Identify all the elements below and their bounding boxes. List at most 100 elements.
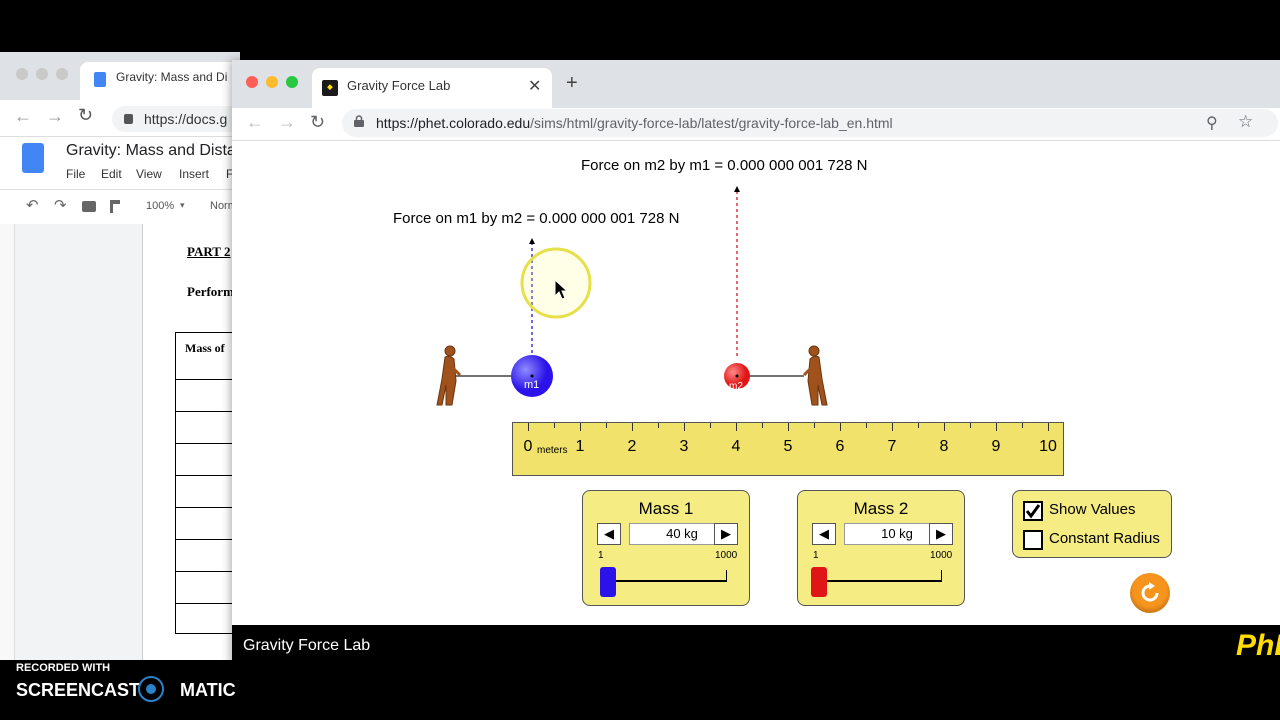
mass2-decrease-button[interactable]: ◀ (812, 523, 836, 545)
back-icon[interactable]: ← (246, 112, 264, 133)
new-tab-icon[interactable]: + (566, 72, 578, 95)
menu-file[interactable]: File (66, 167, 85, 181)
mass2-increase-button[interactable]: ▶ (929, 523, 953, 545)
reset-icon (1141, 582, 1159, 602)
ruler-tick-label: 8 (939, 438, 949, 455)
watermark-right: MATIC (180, 680, 236, 700)
doc-page[interactable]: PART 2 Perform Mass of (142, 224, 243, 660)
ruler-half-tick (762, 423, 763, 428)
maximize-window-icon[interactable] (286, 76, 298, 88)
mass1-min: 1 (598, 550, 604, 561)
doc-title[interactable]: Gravity: Mass and Dista (66, 142, 236, 160)
mass2-slider-track[interactable] (816, 580, 942, 582)
lock-icon (354, 115, 364, 127)
ruler-tick (684, 423, 685, 431)
ruler-tick (1048, 423, 1049, 431)
forward-icon[interactable]: → (46, 106, 64, 127)
docs-canvas[interactable]: PART 2 Perform Mass of (0, 224, 243, 660)
reload-icon[interactable]: ↻ (310, 112, 325, 133)
docs-url-field[interactable]: https://docs.g (112, 106, 252, 132)
phet-logo[interactable]: PhET (1236, 629, 1280, 663)
print-icon[interactable] (82, 201, 96, 212)
mass2-slider-thumb[interactable] (811, 567, 828, 597)
tab-title: Gravity Force Lab (347, 78, 451, 93)
ruler-half-tick (970, 423, 971, 428)
ruler-half-tick (710, 423, 711, 428)
ruler-tick-label: 4 (731, 438, 741, 455)
show-values-checkbox[interactable] (1023, 501, 1043, 521)
table-row (176, 571, 236, 572)
menu-insert[interactable]: Insert (179, 167, 209, 181)
doc-table[interactable]: Mass of (175, 332, 236, 634)
tab-gravity-force-lab[interactable]: ◆ Gravity Force Lab ✕ (312, 68, 552, 108)
mass1-slider-thumb[interactable] (600, 567, 617, 597)
zoom-icon[interactable]: ⚲ (1206, 113, 1218, 133)
doc-paragraph: Perform (187, 284, 234, 299)
reload-icon[interactable]: ↻ (78, 105, 93, 126)
browser-window[interactable]: ◆ Gravity Force Lab ✕ + ← → ↻ https://ph… (232, 60, 1280, 667)
docs-tab-title: Gravity: Mass and Di (116, 70, 228, 84)
ruler-half-tick (658, 423, 659, 428)
constant-radius-checkbox[interactable] (1023, 530, 1043, 550)
watermark-caption: RECORDED WITH (16, 662, 111, 674)
show-values-label[interactable]: Show Values (1049, 501, 1135, 518)
mass1-decrease-button[interactable]: ◀ (597, 523, 621, 545)
back-icon[interactable]: ← (14, 106, 32, 127)
mass2-panel: Mass 2 ◀ 10 kg ▶ 1 1000 (797, 490, 965, 606)
zoom-select[interactable]: 100% (146, 200, 174, 212)
table-row (176, 507, 236, 508)
docs-url-text: https://docs.g (144, 111, 228, 127)
forward-icon[interactable]: → (278, 112, 296, 133)
m2-label: m2 (729, 381, 743, 392)
options-panel: Show Values Constant Radius (1012, 490, 1172, 558)
close-window-icon[interactable] (16, 68, 28, 80)
maximize-window-icon[interactable] (56, 68, 68, 80)
docs-tab[interactable]: Gravity: Mass and Di (80, 62, 240, 100)
address-bar: ← → ↻ https://phet.colorado.edu/sims/htm… (232, 108, 1280, 141)
url-path: /sims/html/gravity-force-lab/latest/grav… (530, 115, 893, 131)
ruler-tick-label: 6 (835, 438, 845, 455)
close-tab-icon[interactable]: ✕ (528, 76, 541, 96)
ruler-tick-label: 9 (991, 438, 1001, 455)
docs-logo-icon[interactable] (22, 143, 44, 173)
bookmark-star-icon[interactable]: ☆ (1238, 112, 1253, 132)
mass2-min: 1 (813, 550, 819, 561)
sim-navigation-bar: Gravity Force Lab PhET (232, 625, 1280, 667)
ruler-half-tick (918, 423, 919, 428)
minimize-window-icon[interactable] (36, 68, 48, 80)
docs-toolbar: ↶ ↷ 100% ▾ Norm (0, 189, 240, 225)
ruler-tick-label: 10 (1039, 438, 1057, 455)
docs-window[interactable]: Gravity: Mass and Di ← → ↻ https://docs.… (0, 52, 252, 660)
redo-icon[interactable]: ↷ (54, 196, 67, 214)
table-row (176, 443, 236, 444)
mass2-slider-max-tick (941, 570, 942, 582)
mass1-max: 1000 (715, 550, 738, 561)
screencast-dot-icon (146, 684, 156, 694)
constant-radius-label[interactable]: Constant Radius (1049, 530, 1160, 547)
ruler[interactable]: meters 0 1 2 3 4 5 6 7 8 9 10 (512, 422, 1064, 476)
menu-edit[interactable]: Edit (101, 167, 122, 181)
ruler-tick (892, 423, 893, 431)
ruler-tick-label: 1 (575, 438, 585, 455)
docs-header: Gravity: Mass and Dista File Edit View I… (0, 137, 240, 189)
doc-heading: PART 2 (187, 244, 231, 259)
menu-view[interactable]: View (136, 167, 162, 181)
mass1-increase-button[interactable]: ▶ (714, 523, 738, 545)
url-text: https://phet.colorado.edu/sims/html/grav… (376, 115, 893, 131)
minimize-window-icon[interactable] (266, 76, 278, 88)
simulation-area[interactable]: Force on m2 by m1 = 0.000 000 001 728 N … (232, 141, 1280, 625)
phet-favicon-icon: ◆ (322, 80, 338, 96)
undo-icon[interactable]: ↶ (26, 196, 39, 214)
ruler-tick-label: 5 (783, 438, 793, 455)
url-field[interactable]: https://phet.colorado.edu/sims/html/grav… (342, 109, 1278, 137)
ruler-tick-label: 2 (627, 438, 637, 455)
mass1-slider-track[interactable] (601, 580, 727, 582)
mass2-max: 1000 (930, 550, 953, 561)
docs-favicon-icon (94, 72, 106, 87)
reset-all-button[interactable] (1130, 573, 1170, 613)
lock-icon (124, 114, 133, 124)
paint-format-icon[interactable] (110, 200, 120, 213)
ruler-half-tick (1022, 423, 1023, 428)
close-window-icon[interactable] (246, 76, 258, 88)
ruler-tick (840, 423, 841, 431)
